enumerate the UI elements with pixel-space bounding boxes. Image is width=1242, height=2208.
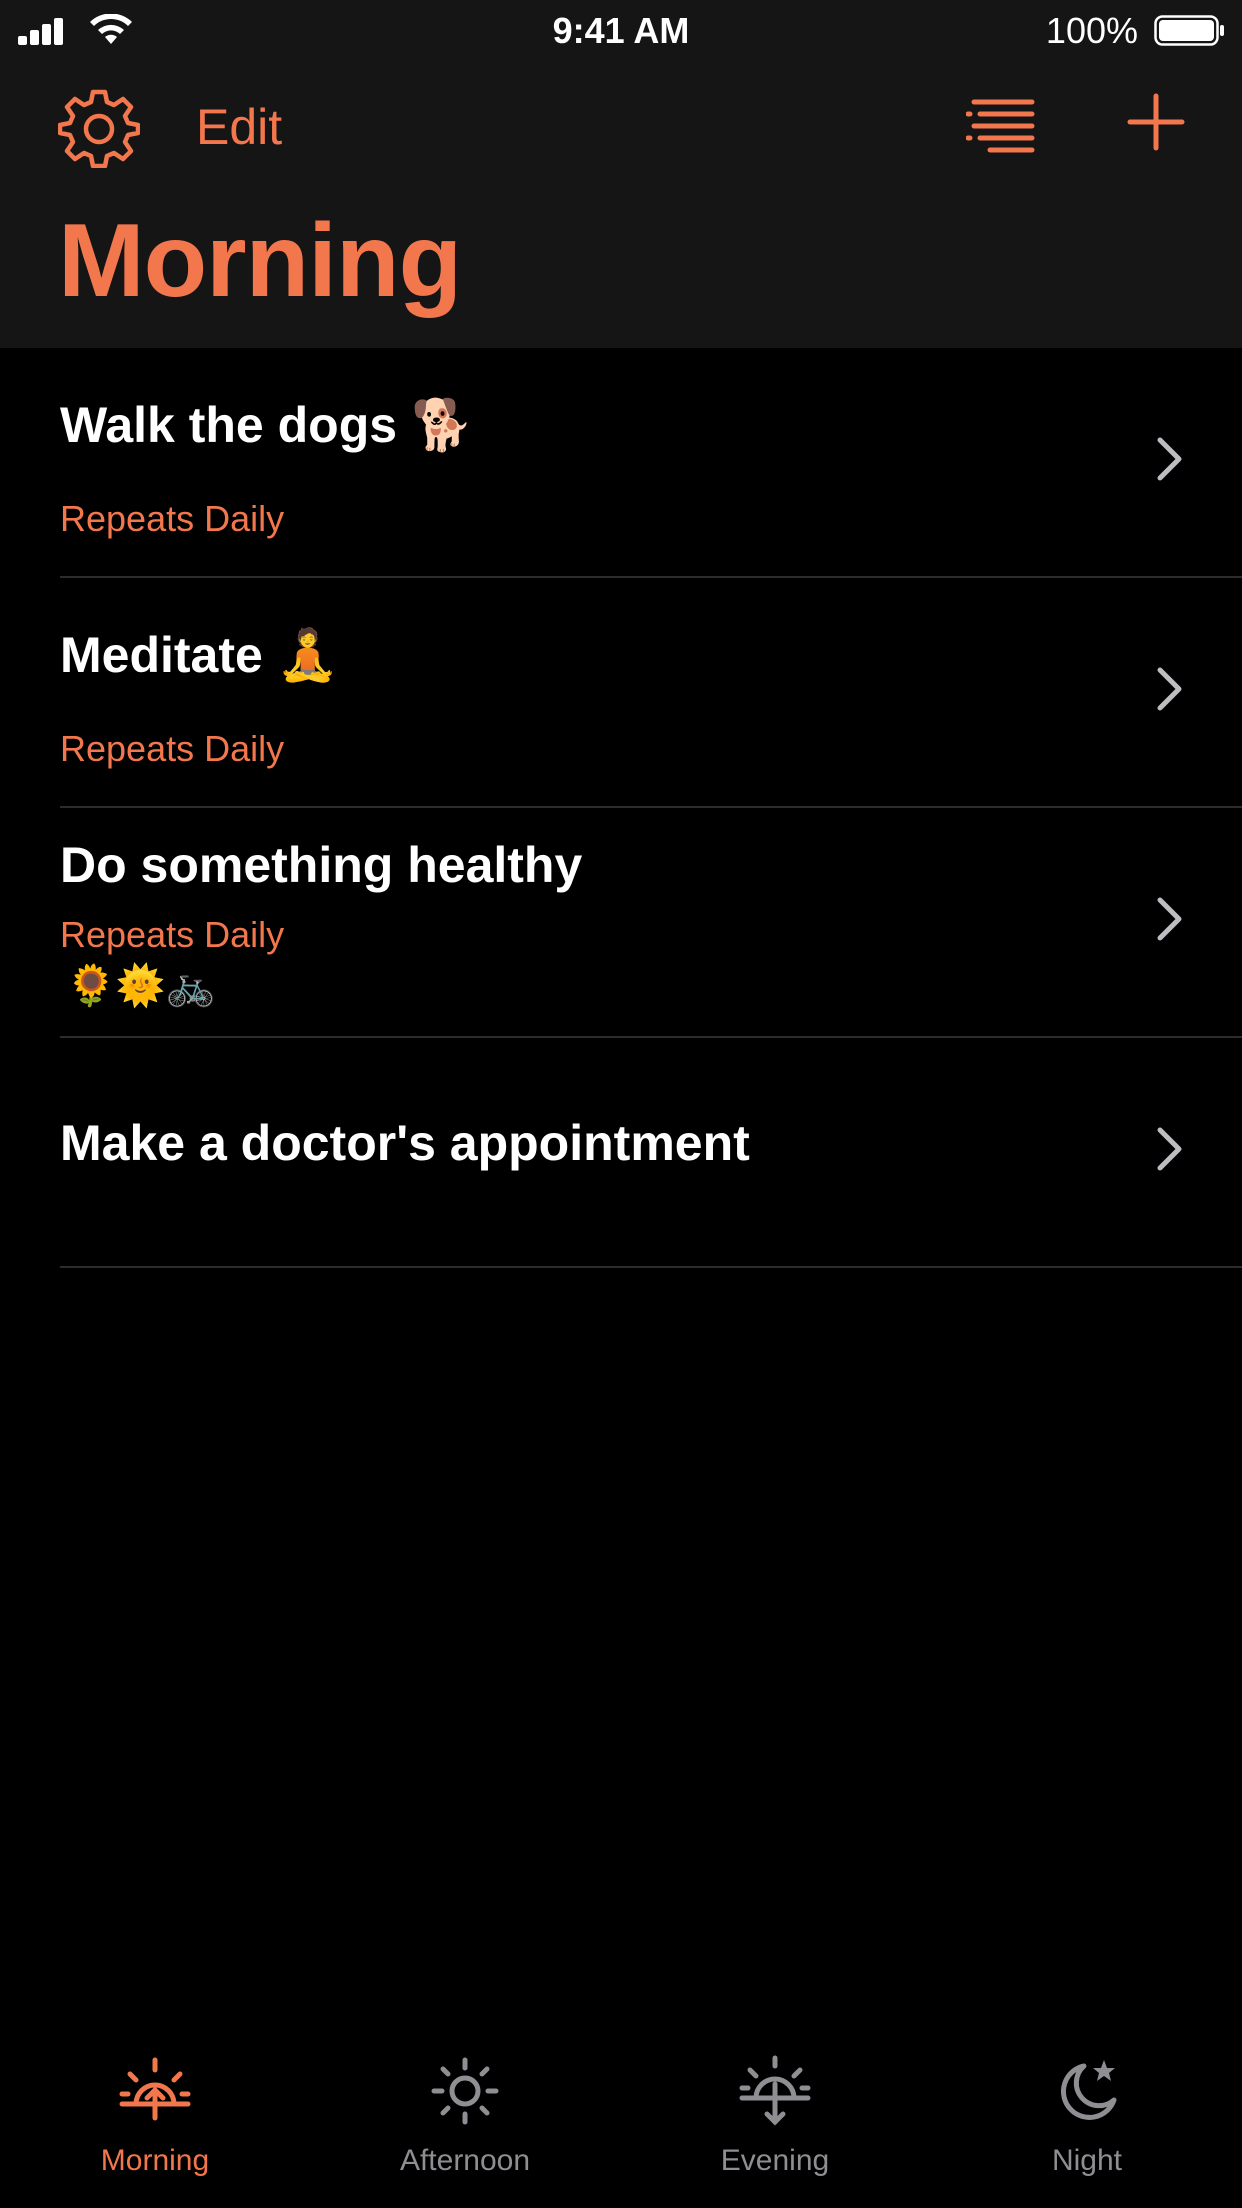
battery-percent: 100% bbox=[1045, 10, 1138, 51]
moon-star-icon bbox=[1061, 2060, 1117, 2120]
chevron-right-icon bbox=[1157, 667, 1182, 711]
status-bar: 9:41 AM 100% bbox=[0, 0, 1242, 62]
edit-button[interactable]: Edit bbox=[196, 98, 282, 156]
item-repeat-label: Repeats Daily bbox=[60, 914, 285, 955]
sunset-icon bbox=[739, 2055, 811, 2126]
item-repeat-label: Repeats Daily bbox=[60, 498, 285, 539]
list-item[interactable]: Walk the dogs 🐕 Repeats Daily bbox=[60, 348, 1242, 578]
item-title: Do something healthy bbox=[60, 837, 583, 893]
tab-label: Night bbox=[1051, 2144, 1123, 2177]
chevron-right-icon bbox=[1157, 1127, 1182, 1171]
chevron-right-icon bbox=[1157, 897, 1182, 941]
item-repeat-label: Repeats Daily bbox=[60, 728, 285, 769]
chevron-right-icon bbox=[1157, 437, 1182, 481]
tab-label: Evening bbox=[720, 2144, 830, 2177]
item-title: Walk the dogs 🐕 bbox=[60, 397, 474, 453]
list-item[interactable]: Make a doctor's appointment bbox=[60, 1038, 1242, 1268]
navigation-header: Edit Morning bbox=[0, 62, 1242, 348]
add-icon[interactable] bbox=[1126, 92, 1186, 152]
tab-evening[interactable]: Evening bbox=[620, 2044, 930, 2208]
tab-morning[interactable]: Morning bbox=[0, 2044, 310, 2208]
sort-list-icon[interactable] bbox=[966, 94, 1038, 156]
battery-icon bbox=[1154, 15, 1224, 46]
list-item[interactable]: Do something healthy Repeats Daily 🌻🌞🚲 bbox=[60, 808, 1242, 1038]
tab-bar: Morning Afternoon Evening Night bbox=[0, 2044, 1242, 2208]
page-title: Morning bbox=[58, 203, 462, 319]
tab-label: Morning bbox=[100, 2144, 210, 2177]
tab-night[interactable]: Night bbox=[932, 2044, 1242, 2208]
sunrise-icon bbox=[119, 2057, 191, 2121]
sun-icon bbox=[431, 2057, 499, 2125]
tab-afternoon[interactable]: Afternoon bbox=[310, 2044, 620, 2208]
task-list: Walk the dogs 🐕 Repeats Daily Meditate 🧘… bbox=[0, 348, 1242, 1268]
gear-icon[interactable] bbox=[58, 86, 140, 168]
item-title: Make a doctor's appointment bbox=[60, 1115, 750, 1171]
list-item[interactable]: Meditate 🧘 Repeats Daily bbox=[60, 578, 1242, 808]
item-title: Meditate 🧘 bbox=[60, 627, 339, 683]
tab-label: Afternoon bbox=[399, 2144, 531, 2177]
item-emoji-tags: 🌻🌞🚲 bbox=[66, 964, 216, 1008]
